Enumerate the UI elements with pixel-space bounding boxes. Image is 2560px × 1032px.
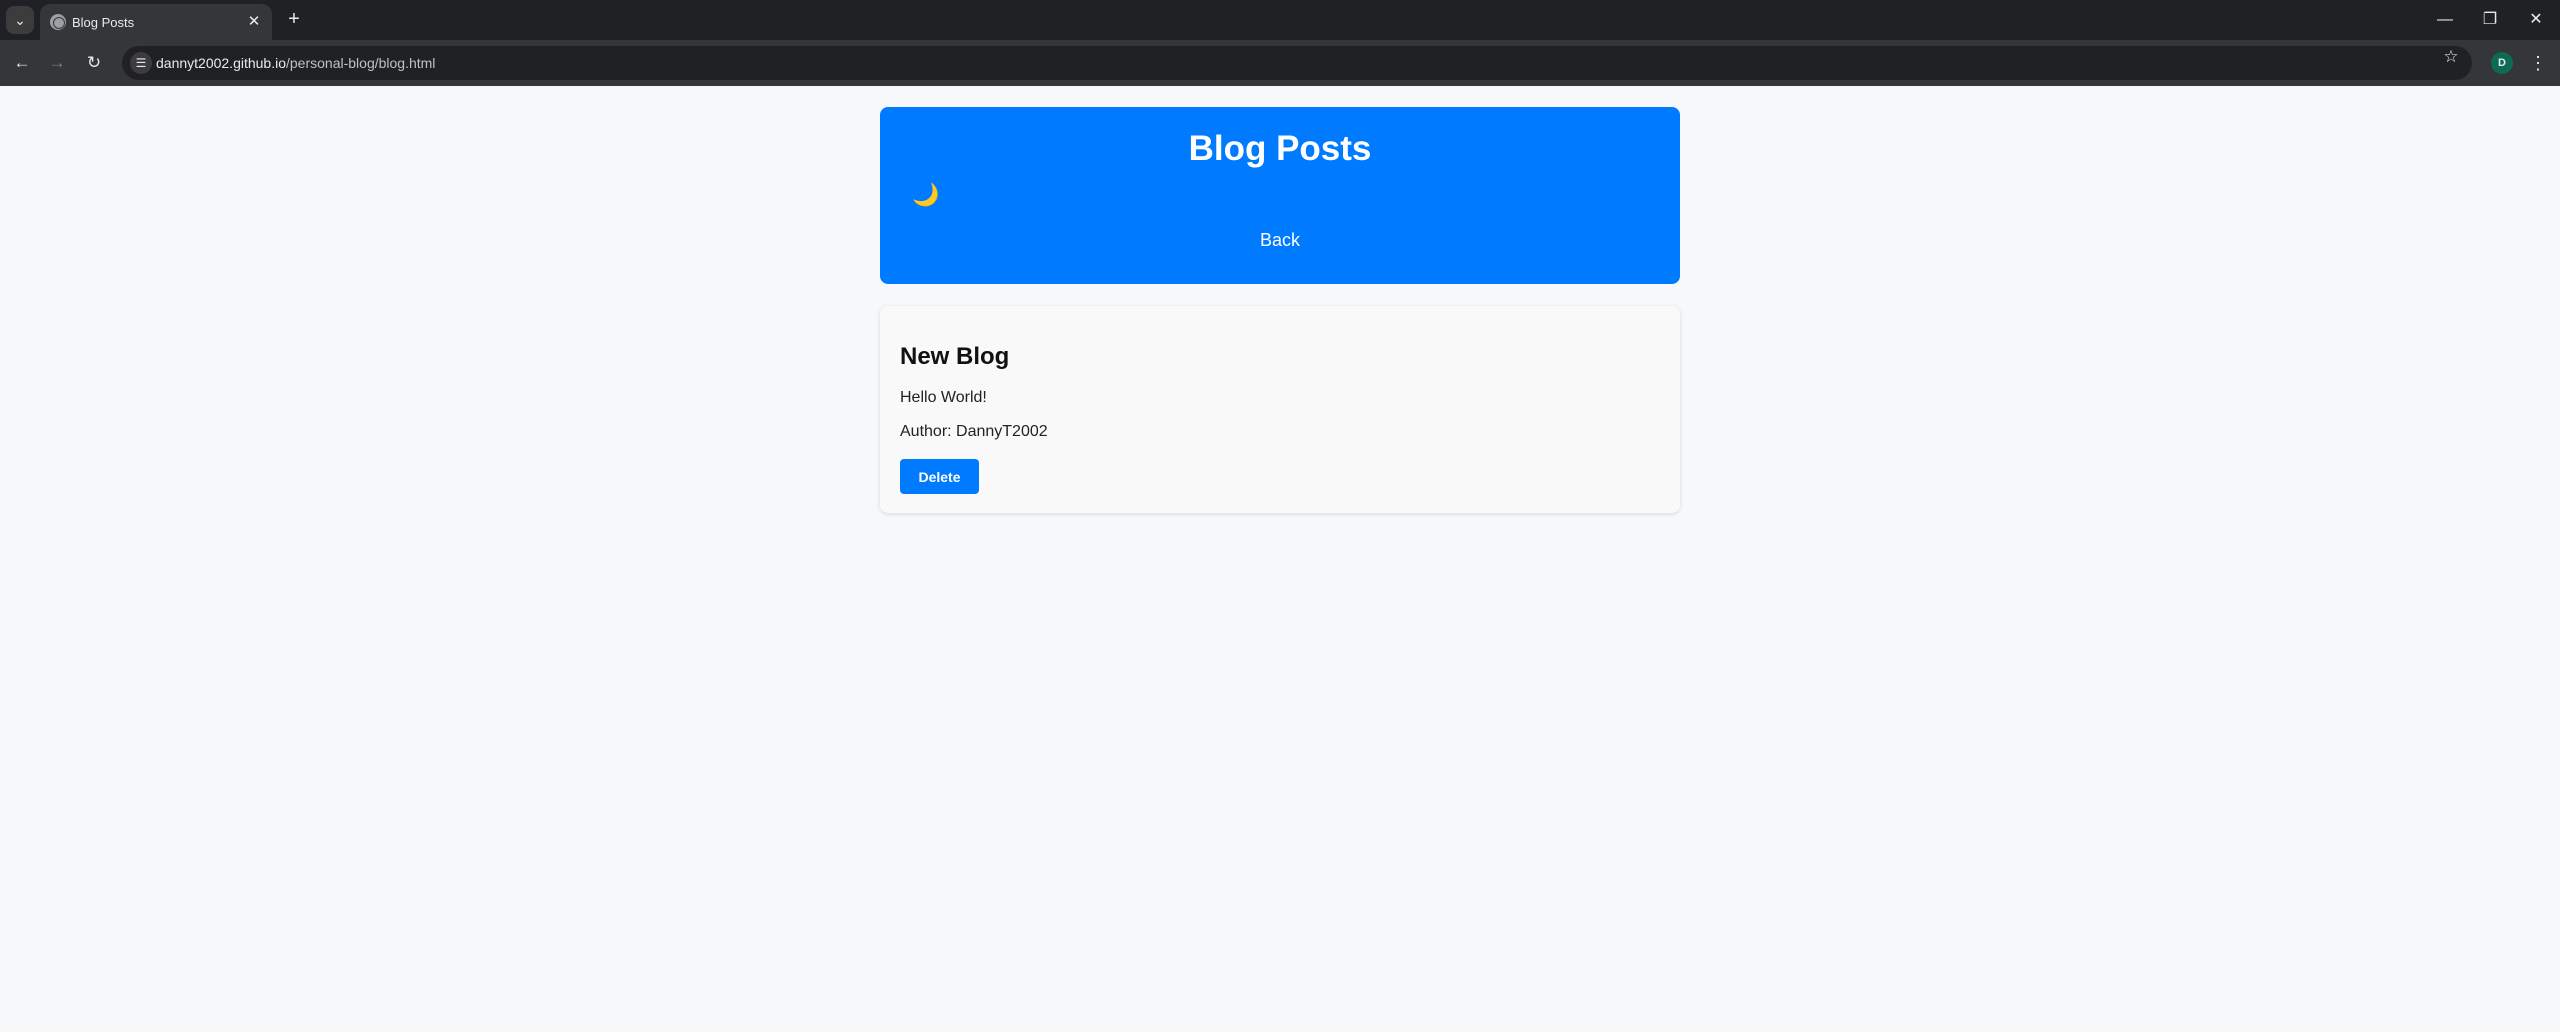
post-card: New Blog Hello World! Author: DannyT2002… bbox=[880, 306, 1680, 513]
star-icon[interactable]: ☆ bbox=[2440, 47, 2462, 69]
url-path: /personal-blog/blog.html bbox=[286, 55, 436, 71]
address-bar[interactable]: ☰ dannyt2002.github.io/personal-blog/blo… bbox=[122, 46, 2472, 80]
blog-header: Blog Posts 🌙 Back bbox=[880, 107, 1680, 284]
page-content: Blog Posts 🌙 Back New Blog Hello World! … bbox=[0, 86, 2560, 1032]
post-body: Hello World! bbox=[900, 389, 987, 406]
arrow-left-icon[interactable]: ← bbox=[8, 49, 36, 77]
back-link[interactable]: Back bbox=[880, 230, 1680, 251]
page-title: Blog Posts bbox=[1188, 129, 1372, 168]
new-tab-button[interactable]: + bbox=[280, 6, 308, 34]
tune-icon[interactable]: ☰ bbox=[130, 52, 152, 74]
post-author: Author: DannyT2002 bbox=[900, 423, 1048, 440]
tab-close-icon[interactable]: ✕ bbox=[244, 12, 264, 32]
url-host: dannyt2002.github.io bbox=[156, 55, 286, 71]
post-title: New Blog bbox=[900, 343, 1010, 370]
arrow-right-icon[interactable]: → bbox=[43, 49, 71, 77]
window-close-icon[interactable]: ✕ bbox=[2516, 6, 2556, 34]
reload-icon[interactable]: ↻ bbox=[80, 49, 108, 77]
profile-avatar[interactable]: D bbox=[2491, 52, 2513, 74]
delete-button[interactable]: Delete bbox=[900, 459, 979, 494]
chevron-down-icon[interactable]: ⌄ bbox=[6, 6, 34, 34]
minimize-icon[interactable]: — bbox=[2425, 6, 2465, 34]
restore-icon[interactable]: ❐ bbox=[2470, 6, 2510, 34]
browser-tab-strip: ⌄ Blog Posts ✕ + — ❐ ✕ bbox=[0, 0, 2560, 40]
moon-icon[interactable]: 🌙 bbox=[910, 179, 942, 211]
browser-toolbar: ← → ↻ ☰ dannyt2002.github.io/personal-bl… bbox=[0, 40, 2560, 86]
globe-icon bbox=[50, 14, 66, 30]
browser-tab[interactable]: Blog Posts ✕ bbox=[40, 4, 272, 40]
kebab-menu-icon[interactable]: ⋮ bbox=[2526, 49, 2550, 77]
tab-title: Blog Posts bbox=[72, 15, 135, 30]
url-text[interactable]: dannyt2002.github.io/personal-blog/blog.… bbox=[156, 55, 435, 71]
